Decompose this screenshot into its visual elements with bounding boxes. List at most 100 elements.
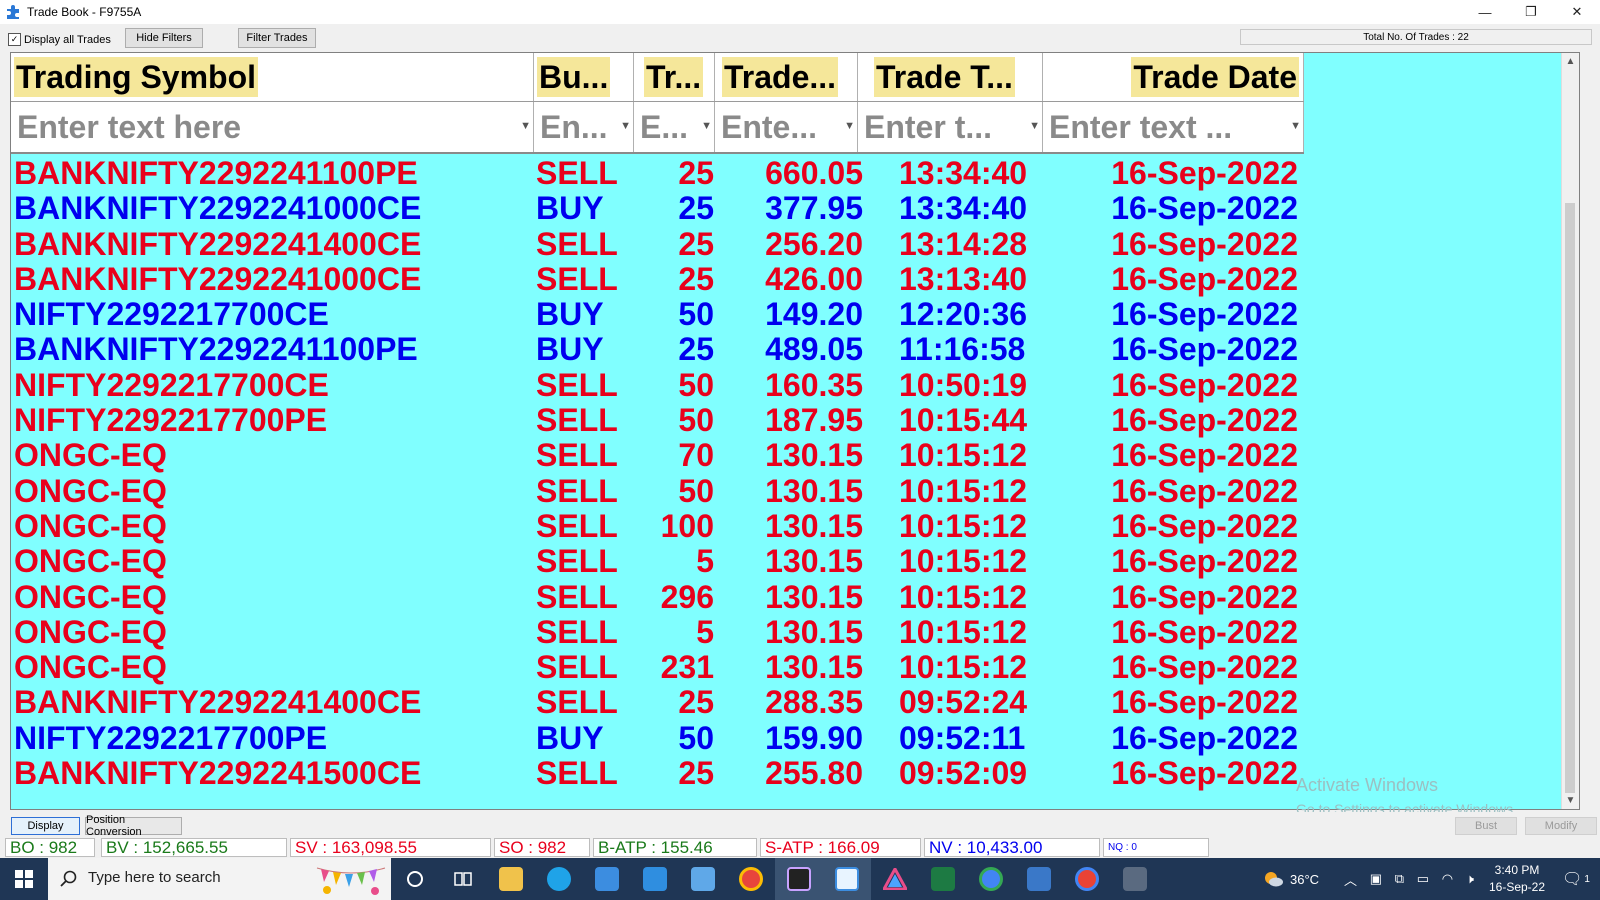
table-row[interactable]: BANKNIFTY2292241000CE BUY 25 377.95 13:34:40… <box>11 191 1304 226</box>
cortana-icon[interactable] <box>391 858 439 900</box>
column-header-trade-qty[interactable]: Tr... <box>634 53 715 101</box>
scroll-up-arrow-icon[interactable]: ▲ <box>1562 53 1579 70</box>
filter-trade-date[interactable]: Enter text ... ▼ <box>1043 102 1304 152</box>
table-row[interactable]: BANKNIFTY2292241100PE BUY 25 489.05 11:16:58… <box>11 332 1304 367</box>
bust-button[interactable]: Bust <box>1455 817 1517 835</box>
scroll-down-arrow-icon[interactable]: ▼ <box>1562 792 1579 809</box>
table-row[interactable]: BANKNIFTY2292241500CE SELL 25 255.80 09:52:0… <box>11 756 1304 791</box>
column-header-trade-date[interactable]: Trade Date <box>1043 53 1304 101</box>
tray-display-icon[interactable]: ⧉ <box>1395 871 1404 887</box>
modify-button[interactable]: Modify <box>1525 817 1597 835</box>
filter-placeholder: Enter text here <box>17 109 242 145</box>
position-conversion-button[interactable]: Position Conversion <box>85 814 182 838</box>
chrome-profile-icon[interactable] <box>967 858 1015 900</box>
table-row[interactable]: ONGC-EQ SELL 70 130.15 10:15:12 16-Sep-2022 <box>11 438 1304 473</box>
filter-trading-symbol[interactable]: Enter text here ▼ <box>11 102 534 152</box>
column-header-buy-sell[interactable]: Bu... <box>534 53 634 101</box>
restore-button[interactable]: ❐ <box>1508 0 1554 24</box>
column-header-trading-symbol[interactable]: Trading Symbol <box>11 53 534 101</box>
mail-icon[interactable] <box>631 858 679 900</box>
table-row[interactable]: BANKNIFTY2292241400CE SELL 25 256.20 13:14:2… <box>11 225 1304 262</box>
table-row[interactable]: ONGC-EQ SELL 5 130.15 10:15:12 16-Sep-2022 <box>11 613 1304 650</box>
search-placeholder: Type here to search <box>88 869 221 886</box>
file-explorer-icon[interactable] <box>487 858 535 900</box>
table-row[interactable]: ONGC-EQ SELL 5 130.15 10:15:12 16-Sep-2022 <box>11 544 1304 579</box>
table-row[interactable]: ONGC-EQ SELL 50 130.15 10:15:12 16-Sep-2022 <box>11 472 1304 509</box>
cell-buy-sell: SELL <box>536 578 618 615</box>
filter-buy-sell[interactable]: En... ▼ <box>534 102 634 152</box>
cell-buy-sell: BUY <box>536 719 604 756</box>
filter-funnel-icon[interactable]: ▼ <box>1029 120 1040 132</box>
start-button[interactable] <box>0 858 48 900</box>
action-center-icon[interactable]: 🗨 1 <box>1556 858 1596 900</box>
status-sell-orders: SO : 982 <box>494 838 590 857</box>
table-row[interactable]: NIFTY2292217700CE BUY 50 149.20 12:20:36 16-S… <box>11 297 1304 332</box>
tray-battery-icon[interactable]: ▭ <box>1417 871 1429 887</box>
filter-trades-button[interactable]: Filter Trades <box>238 28 316 48</box>
vertical-scrollbar[interactable]: ▲ ▼ <box>1561 53 1579 809</box>
edge-browser-icon[interactable] <box>535 858 583 900</box>
filter-funnel-icon[interactable]: ▼ <box>620 120 631 132</box>
table-row[interactable]: BANKNIFTY2292241400CE SELL 25 288.35 09:52:2… <box>11 685 1304 720</box>
cell-trading-symbol: ONGC-EQ <box>14 613 167 650</box>
cell-trade-price: 130.15 <box>765 507 863 544</box>
column-header-trade-price[interactable]: Trade... <box>715 53 858 101</box>
filter-funnel-icon[interactable]: ▼ <box>1290 120 1301 132</box>
header-label: Bu... <box>537 57 611 97</box>
cell-trade-qty: 25 <box>678 155 714 191</box>
cell-trade-time: 10:15:12 <box>899 437 1028 474</box>
table-row[interactable]: NIFTY2292217700PE BUY 50 159.90 09:52:11 16-S… <box>11 719 1304 756</box>
filter-trade-qty[interactable]: E... ▼ <box>634 102 715 152</box>
cell-trade-time: 10:15:12 <box>899 649 1028 686</box>
cell-trade-qty: 50 <box>678 719 714 756</box>
microsoft-store-icon[interactable] <box>583 858 631 900</box>
weather-widget[interactable]: 36°C <box>1262 858 1319 900</box>
remote-desktop-icon[interactable] <box>679 858 727 900</box>
close-button[interactable]: ✕ <box>1554 0 1600 24</box>
calculator-icon[interactable] <box>1111 858 1159 900</box>
column-header-trade-time[interactable]: Trade T... <box>858 53 1043 101</box>
tray-chevron-up-icon[interactable]: ︿ <box>1344 870 1357 889</box>
windows-taskbar: Type here to search 36°C ︿ ▣ ⧉ ▭ ◠ 🕨 3:4… <box>0 858 1600 900</box>
cell-trading-symbol: BANKNIFTY2292241100PE <box>14 331 418 368</box>
display-all-trades-checkbox[interactable]: ✓ Display all Trades <box>8 33 111 46</box>
filter-trade-time[interactable]: Enter t... ▼ <box>858 102 1043 152</box>
minimize-button[interactable]: — <box>1462 0 1508 24</box>
table-row[interactable]: NIFTY2292217700CE SELL 50 160.35 10:50:19 16-… <box>11 366 1304 403</box>
scroll-thumb[interactable] <box>1565 203 1575 793</box>
cell-trade-qty: 25 <box>678 684 714 721</box>
chart-app-icon[interactable] <box>823 858 871 900</box>
chrome-secondary-icon[interactable] <box>1063 858 1111 900</box>
task-view-icon[interactable] <box>439 858 487 900</box>
table-row[interactable]: ONGC-EQ SELL 296 130.15 10:15:12 16-Sep-2022 <box>11 578 1304 615</box>
cell-trade-qty: 50 <box>678 472 714 509</box>
checkbox-box[interactable]: ✓ <box>8 33 21 46</box>
cell-trading-symbol: BANKNIFTY2292241400CE <box>14 225 422 262</box>
trading-terminal-icon[interactable] <box>775 858 823 900</box>
taskbar-search-box[interactable]: Type here to search <box>48 858 391 900</box>
table-row[interactable]: BANKNIFTY2292241000CE SELL 25 426.00 13:13:4… <box>11 261 1304 297</box>
tray-volume-icon[interactable]: 🕨 <box>1466 871 1474 887</box>
table-row[interactable]: NIFTY2292217700PE SELL 50 187.95 10:15:44 16-… <box>11 403 1304 438</box>
filter-funnel-icon[interactable]: ▼ <box>844 120 855 132</box>
triangle-app-icon[interactable] <box>871 858 919 900</box>
filter-trade-price[interactable]: Ente... ▼ <box>715 102 858 152</box>
hide-filters-button[interactable]: Hide Filters <box>125 28 203 48</box>
display-button[interactable]: Display <box>11 817 80 835</box>
cell-trade-date: 16-Sep-2022 <box>1111 366 1298 403</box>
tray-wifi-icon[interactable]: ◠ <box>1442 871 1453 887</box>
table-row[interactable]: BANKNIFTY2292241100PE SELL 25 660.05 13:34:4… <box>11 156 1304 191</box>
excel-icon[interactable] <box>919 858 967 900</box>
table-row[interactable]: ONGC-EQ SELL 231 130.15 10:15:12 16-Sep-2022 <box>11 650 1304 685</box>
table-row[interactable]: ONGC-EQ SELL 100 130.15 10:15:12 16-Sep-2022 <box>11 507 1304 544</box>
chrome-icon[interactable] <box>727 858 775 900</box>
filter-funnel-icon[interactable]: ▼ <box>520 120 531 132</box>
taskbar-clock[interactable]: 3:40 PM 16-Sep-22 <box>1486 862 1548 896</box>
trade-grid: Trading Symbol Bu... Tr... Trade... Trad… <box>10 52 1580 817</box>
cell-trade-price: 130.15 <box>765 613 863 650</box>
cell-trade-qty: 50 <box>678 366 714 403</box>
tray-meet-now-icon[interactable]: ▣ <box>1370 871 1382 887</box>
photos-icon[interactable] <box>1015 858 1063 900</box>
cell-trade-time: 10:15:12 <box>899 613 1028 650</box>
filter-funnel-icon[interactable]: ▼ <box>701 120 712 132</box>
